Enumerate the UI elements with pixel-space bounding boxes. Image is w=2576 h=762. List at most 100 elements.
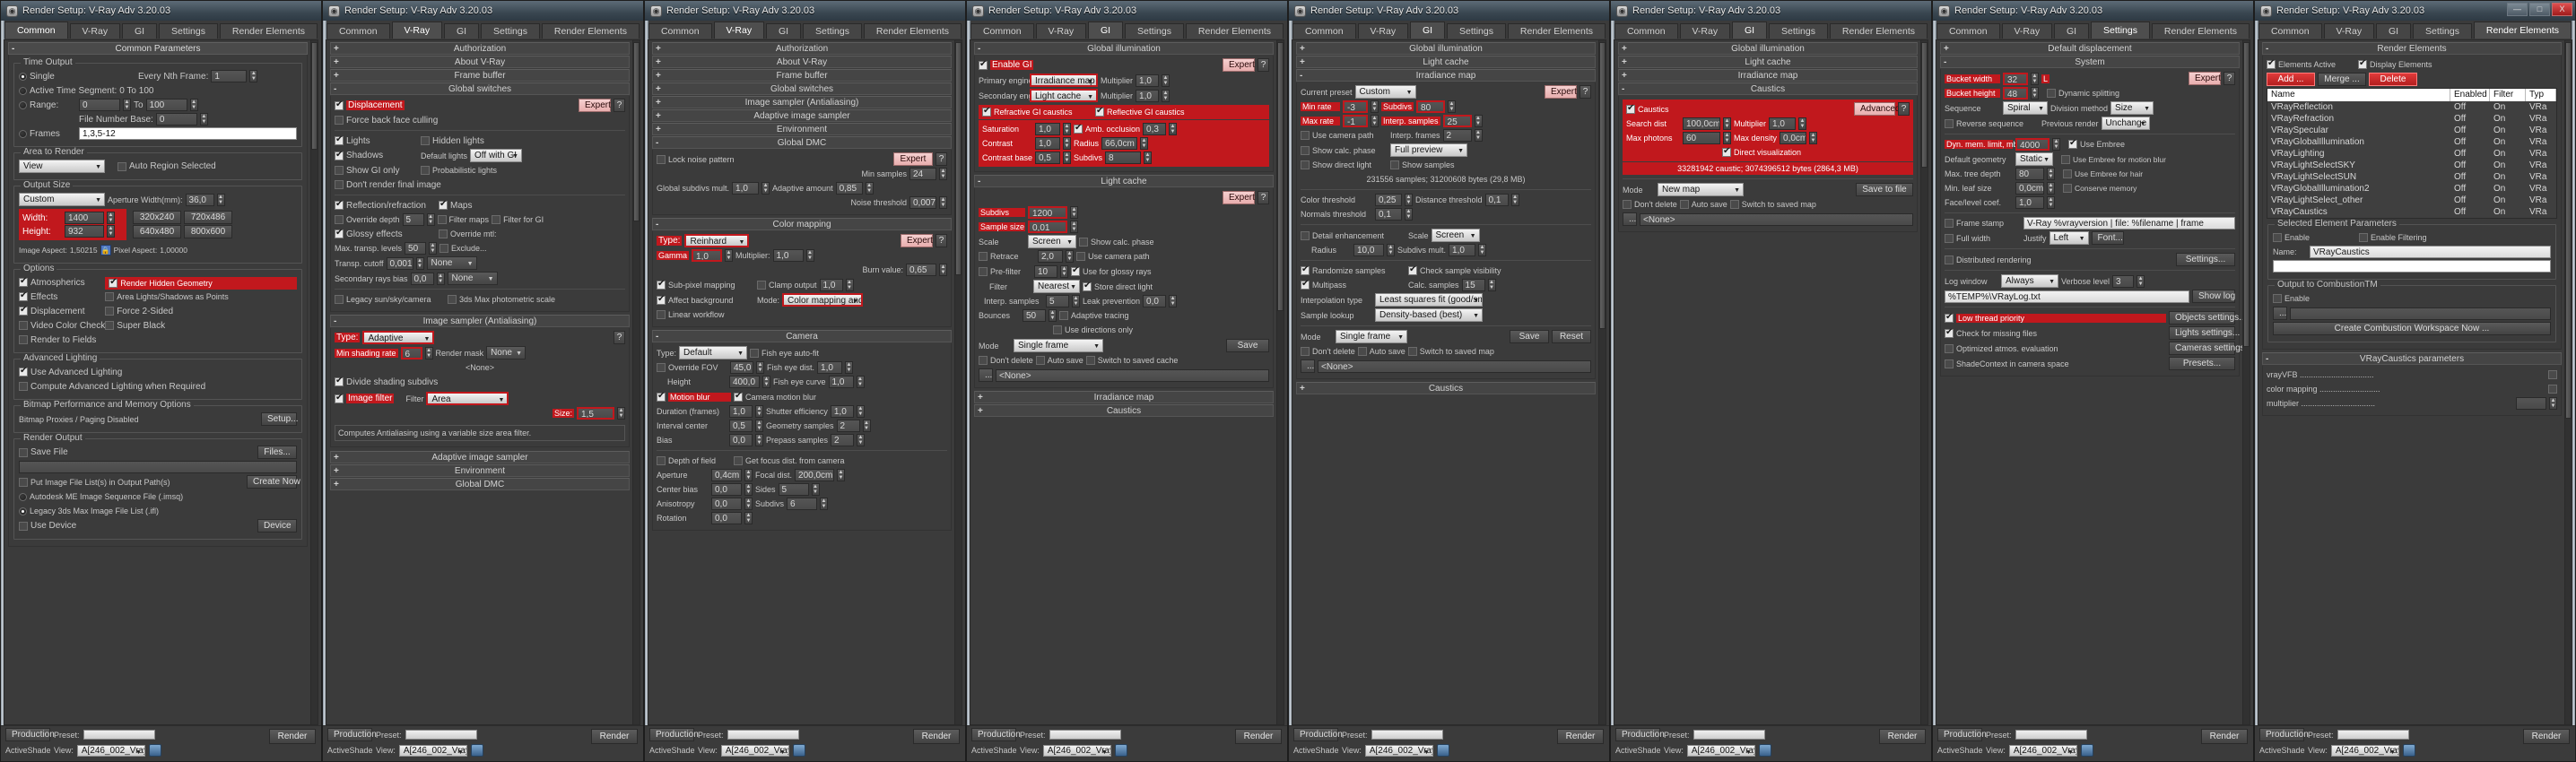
select-division-method[interactable]: Size: [2110, 101, 2154, 115]
teapot-icon[interactable]: [148, 744, 161, 757]
select-default-geometry[interactable]: Static: [2015, 152, 2053, 166]
checkbox-lc-switch-saved[interactable]: [1085, 356, 1095, 365]
tab-common[interactable]: Common: [1614, 23, 1678, 39]
spinner-min-rate[interactable]: [1371, 100, 1379, 113]
teapot-icon[interactable]: [1436, 744, 1449, 757]
button-help[interactable]: ?: [2224, 72, 2235, 85]
field-distance-threshold[interactable]: 0,1: [1484, 194, 1509, 206]
checkbox-atmospherics[interactable]: [19, 276, 28, 287]
field-im-radius[interactable]: 10,0: [1353, 244, 1384, 256]
tab-common[interactable]: Common: [648, 23, 712, 39]
select-secondary-engine[interactable]: Light cache: [1030, 89, 1098, 102]
rollout-irradiance-map[interactable]: + Irradiance map: [1618, 69, 1918, 82]
tab-settings[interactable]: Settings: [2091, 22, 2150, 39]
button-production[interactable]: Production: [327, 728, 377, 741]
checkbox-override-mtl[interactable]: [439, 229, 448, 238]
checkbox-lc-store-direct-light[interactable]: [1083, 281, 1092, 291]
field-adaptive-amount[interactable]: 0,85: [835, 182, 863, 195]
field-prepass-samples[interactable]: 2: [831, 434, 855, 446]
checkbox-im-auto-save[interactable]: [1357, 347, 1367, 356]
button-render[interactable]: Render: [913, 729, 960, 744]
spinner-focal-dist[interactable]: [837, 469, 846, 481]
button-expert[interactable]: Expert: [1223, 58, 1255, 72]
checkbox-use-advanced-lighting[interactable]: [19, 366, 28, 377]
button-cameras-settings[interactable]: Cameras settings...: [2169, 342, 2242, 355]
button-preset-640x480[interactable]: 640x480: [133, 225, 181, 238]
spinner-saturation[interactable]: [1063, 123, 1071, 135]
rollout-authorization[interactable]: + Authorization: [330, 42, 630, 55]
button-help[interactable]: ?: [1258, 191, 1269, 204]
field-color-threshold[interactable]: 0,25: [1375, 194, 1402, 206]
teapot-icon[interactable]: [1758, 744, 1771, 757]
button-production[interactable]: Production: [971, 728, 1021, 741]
button-production[interactable]: Production: [5, 728, 55, 741]
radio-autodesk-me[interactable]: [19, 492, 27, 501]
field-override-depth[interactable]: 5: [402, 213, 424, 226]
checkbox-enable-gi[interactable]: [979, 59, 988, 70]
rollout-camera[interactable]: - Camera: [652, 330, 952, 342]
spinner-im-interp-samples[interactable]: [1474, 115, 1483, 127]
tab-common[interactable]: Common: [1936, 23, 2000, 39]
checkbox-im-show-direct-light[interactable]: [1301, 160, 1310, 169]
field-caustics-file[interactable]: <None>: [1640, 212, 1913, 226]
checkbox-force-2-sided[interactable]: [105, 307, 115, 316]
spinner-dof-aperture[interactable]: [744, 469, 753, 481]
rollout-global-dmc[interactable]: + Global DMC: [330, 478, 630, 490]
vertical-scrollbar[interactable]: [2564, 40, 2572, 724]
select-override-mtl-none[interactable]: None: [426, 256, 477, 270]
field-range-from[interactable]: 0: [79, 99, 120, 111]
spinner-camera-height[interactable]: [762, 376, 770, 388]
field-transp-cutoff[interactable]: 0,001: [386, 256, 413, 270]
spinner-bucket-width[interactable]: [2031, 72, 2039, 85]
field-face-level-coef[interactable]: 1,0: [2015, 196, 2044, 209]
rollout-irradiance-map[interactable]: - Irradiance map: [1296, 69, 1596, 82]
vertical-scrollbar[interactable]: [2242, 40, 2250, 724]
field-element-name[interactable]: VRayCaustics: [2310, 246, 2551, 258]
tab-common[interactable]: Common: [2258, 23, 2322, 39]
checkbox-enable-element[interactable]: [2273, 233, 2282, 242]
checkbox-maps[interactable]: [439, 199, 448, 210]
checkbox-caustics-auto-save[interactable]: [1679, 200, 1689, 209]
select-preset[interactable]: [727, 730, 799, 740]
checkbox-glossy-effects[interactable]: [335, 228, 344, 238]
tab-vray[interactable]: V-Ray: [2323, 23, 2375, 39]
select-secondary-none[interactable]: None: [447, 272, 498, 285]
vertical-scrollbar[interactable]: [1920, 40, 1928, 724]
scrollbar-thumb[interactable]: [1599, 42, 1606, 329]
rollout-adaptive-image-sampler[interactable]: + Adaptive image sampler: [652, 109, 952, 122]
tab-vray[interactable]: V-Ray: [2001, 23, 2053, 39]
checkbox-direct-visualization[interactable]: [1722, 146, 1731, 157]
title-bar[interactable]: ◉ Render Setup: V-Ray Adv 3.20.03: [1289, 1, 1609, 21]
spinner-im-radius[interactable]: [1387, 244, 1395, 256]
button-render[interactable]: Render: [2201, 729, 2248, 744]
button-create-combustion-workspace[interactable]: Create Combustion Workspace Now ...: [2273, 322, 2551, 335]
checkbox-caustics-dont-delete[interactable]: [1623, 200, 1632, 209]
tab-render-elements[interactable]: Render Elements: [541, 23, 640, 39]
field-min-shading-rate[interactable]: 6: [400, 346, 422, 359]
button-help[interactable]: ?: [936, 234, 947, 247]
field-im-interp-frames[interactable]: 2: [1442, 129, 1472, 142]
select-preset[interactable]: [1371, 730, 1443, 740]
field-im-subdivs[interactable]: 80: [1416, 100, 1446, 113]
checkbox-randomize-samples[interactable]: [1301, 264, 1310, 275]
button-delete-element[interactable]: Delete: [2369, 73, 2417, 86]
checkbox-probabilistic-lights[interactable]: [421, 166, 430, 175]
select-primary-engine[interactable]: Irradiance map: [1030, 74, 1098, 87]
tab-render-elements[interactable]: Render Elements: [219, 23, 318, 39]
field-element-multiplier[interactable]: [2516, 397, 2546, 410]
scrollbar-thumb[interactable]: [2243, 42, 2250, 347]
select-preset[interactable]: [1693, 730, 1765, 740]
button-add-element[interactable]: Add ...: [2267, 73, 2315, 86]
scrollbar-thumb[interactable]: [1277, 42, 1284, 311]
button-help[interactable]: ?: [1258, 58, 1269, 72]
select-lc-filter[interactable]: Nearest: [1033, 280, 1080, 293]
checkbox-render-hidden-geometry[interactable]: [109, 277, 118, 288]
select-camera-type[interactable]: Default: [679, 346, 748, 359]
checkbox-affect-background[interactable]: [657, 294, 666, 305]
select-caustics-mode[interactable]: New map: [1658, 183, 1744, 196]
checkbox-use-embree-motion-blur[interactable]: [2061, 154, 2070, 164]
field-override-fov[interactable]: 45,0: [730, 361, 753, 374]
button-files[interactable]: Files...: [257, 446, 297, 459]
checkbox-multipass[interactable]: [1301, 279, 1310, 290]
checkbox-fish-eye-auto-fit[interactable]: [750, 348, 760, 358]
